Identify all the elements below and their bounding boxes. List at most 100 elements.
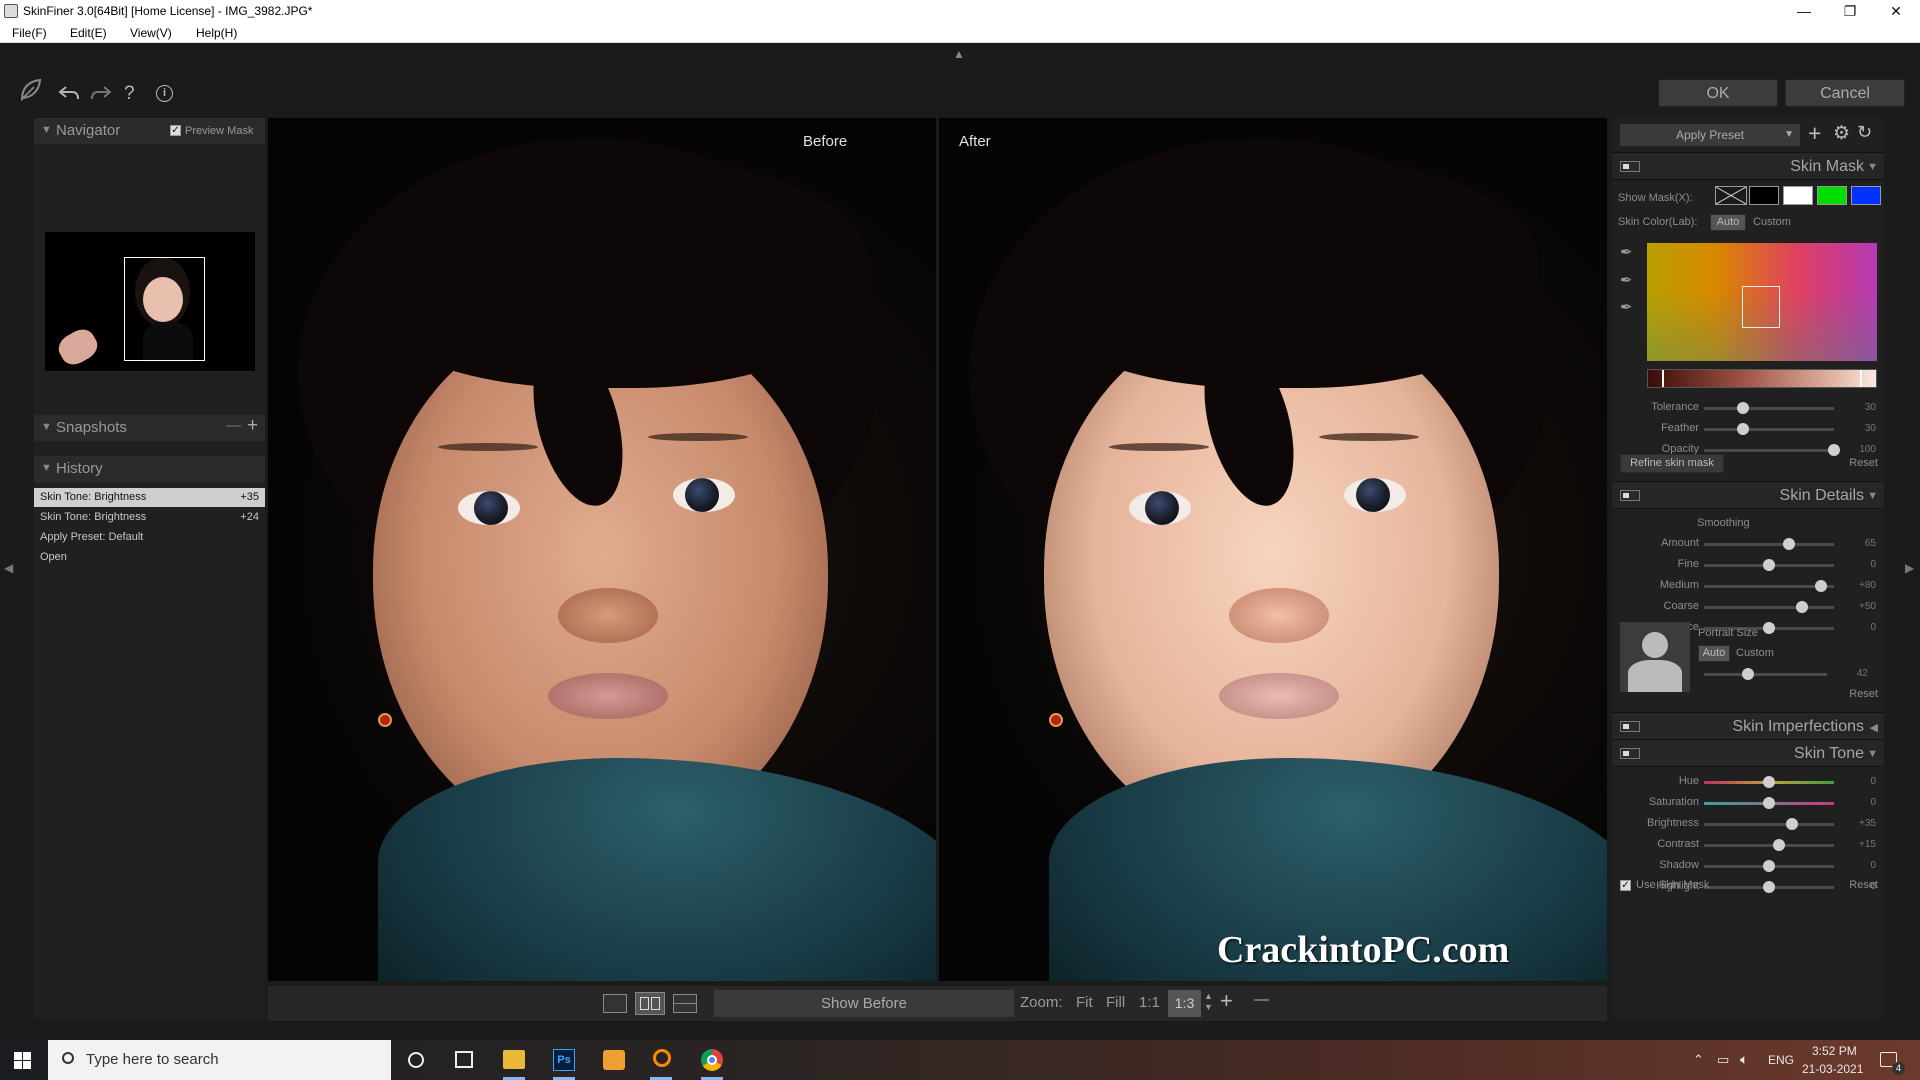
split-horizontal-view-icon[interactable] xyxy=(673,994,697,1013)
task-view-icon[interactable] xyxy=(455,1051,473,1068)
eyedropper-icon[interactable]: ✒ xyxy=(1620,243,1633,261)
clock-date[interactable]: 21-03-2021 xyxy=(1802,1062,1863,1076)
language-indicator[interactable]: ENG xyxy=(1768,1053,1794,1067)
mask-color-swatch[interactable] xyxy=(1817,186,1847,205)
skin-details-reset-button[interactable]: Reset xyxy=(1849,688,1878,700)
show-before-button[interactable]: Show Before xyxy=(714,990,1014,1017)
slider-thumb[interactable] xyxy=(1763,860,1775,872)
zoom-stepper-icon[interactable]: ▲ ▼ xyxy=(1204,991,1213,1013)
cancel-button[interactable]: Cancel xyxy=(1785,79,1905,107)
slider-thumb[interactable] xyxy=(1763,797,1775,809)
eyedropper-remove-icon[interactable]: ✒ xyxy=(1620,298,1633,316)
history-item[interactable]: Skin Tone: Brightness +35 xyxy=(34,488,265,507)
slider-track[interactable] xyxy=(1704,444,1840,456)
collapse-top-icon[interactable]: ▲ xyxy=(953,47,965,61)
skinfiner-app-icon[interactable] xyxy=(653,1049,671,1067)
navigator-header[interactable]: ▼ Navigator ✓ Preview Mask xyxy=(34,118,265,144)
slider-thumb[interactable] xyxy=(1828,444,1840,456)
slider-track[interactable] xyxy=(1704,538,1834,550)
skin-tone-header[interactable]: Skin Tone ▼ xyxy=(1612,739,1884,767)
slider-thumb[interactable] xyxy=(1763,559,1775,571)
snapshots-header[interactable]: ▼ Snapshots — + xyxy=(34,415,265,441)
expand-triangle-icon[interactable]: ◀ xyxy=(1870,721,1878,734)
taskbar-search-box[interactable]: Type here to search xyxy=(48,1040,391,1080)
refresh-icon[interactable]: ↻ xyxy=(1857,122,1872,143)
minimize-button[interactable]: — xyxy=(1781,0,1827,23)
skin-mask-reset-button[interactable]: Reset xyxy=(1849,457,1878,469)
history-item[interactable]: Skin Tone: Brightness +24 xyxy=(34,508,265,527)
skin-color-custom-button[interactable]: Custom xyxy=(1753,216,1791,228)
skin-tone-toggle[interactable] xyxy=(1620,748,1640,759)
clock-time[interactable]: 3:52 PM xyxy=(1812,1044,1857,1058)
windows-start-icon[interactable] xyxy=(14,1052,31,1069)
slider-track[interactable] xyxy=(1704,402,1834,414)
chrome-icon[interactable] xyxy=(701,1049,723,1071)
volume-icon[interactable]: 🔈︎ xyxy=(1740,1051,1748,1068)
close-button[interactable]: ✕ xyxy=(1873,0,1919,23)
skin-mask-header[interactable]: Skin Mask ▼ xyxy=(1612,152,1884,180)
slider-thumb[interactable] xyxy=(1763,881,1775,893)
slider-thumb[interactable] xyxy=(1763,776,1775,788)
slider-track[interactable] xyxy=(1704,818,1834,830)
zoom-out-button[interactable]: — xyxy=(1254,991,1269,1008)
mask-color-swatch[interactable] xyxy=(1749,186,1779,205)
gear-icon[interactable]: ⚙ xyxy=(1833,122,1850,145)
history-item[interactable]: Apply Preset: Default xyxy=(34,528,265,547)
add-snapshot-button[interactable]: + xyxy=(247,415,258,437)
help-icon[interactable]: ? xyxy=(124,83,135,105)
history-header[interactable]: ▼ History xyxy=(34,456,265,482)
before-image-view[interactable]: Before xyxy=(268,118,936,981)
mask-none-swatch[interactable] xyxy=(1715,186,1747,205)
undo-icon[interactable] xyxy=(58,85,80,101)
portrait-size-auto-button[interactable]: Auto xyxy=(1698,645,1730,662)
zoom-1-1-button[interactable]: 1:1 xyxy=(1139,994,1160,1011)
collapse-triangle-icon[interactable]: ▼ xyxy=(1867,748,1878,760)
cortana-icon[interactable] xyxy=(408,1052,424,1068)
portrait-size-custom-button[interactable]: Custom xyxy=(1736,647,1774,659)
slider-track[interactable] xyxy=(1704,580,1834,592)
collapse-triangle-icon[interactable]: ▼ xyxy=(1867,490,1878,502)
single-view-icon[interactable] xyxy=(603,994,627,1013)
eyedropper-add-icon[interactable]: ✒ xyxy=(1620,271,1633,289)
maximize-button[interactable]: ❐ xyxy=(1827,0,1873,23)
redo-icon[interactable] xyxy=(90,85,112,101)
slider-thumb[interactable] xyxy=(1795,601,1808,613)
slider-thumb[interactable] xyxy=(1782,538,1795,550)
file-explorer-icon[interactable] xyxy=(503,1050,525,1069)
slider-track[interactable] xyxy=(1704,797,1834,809)
network-icon[interactable]: ▭ xyxy=(1717,1052,1729,1068)
zoom-value-field[interactable]: 1:3 xyxy=(1168,990,1201,1017)
slider-track[interactable] xyxy=(1704,601,1834,613)
skin-details-toggle[interactable] xyxy=(1620,490,1640,501)
use-skin-mask-checkbox[interactable]: ✓ xyxy=(1620,880,1631,891)
refine-skin-mask-button[interactable]: Refine skin mask xyxy=(1620,454,1724,473)
skin-color-auto-button[interactable]: Auto xyxy=(1710,214,1746,231)
portrait-size-slider[interactable]: 42 xyxy=(1704,668,1876,682)
slider-thumb[interactable] xyxy=(1742,668,1755,680)
photoshop-icon[interactable]: Ps xyxy=(553,1049,575,1071)
skin-tone-range-bar[interactable] xyxy=(1647,369,1877,388)
slider-track[interactable] xyxy=(1704,423,1834,435)
info-icon[interactable]: i xyxy=(156,85,173,102)
mask-color-swatch[interactable] xyxy=(1783,186,1813,205)
ok-button[interactable]: OK xyxy=(1658,79,1778,107)
zoom-fit-button[interactable]: Fit xyxy=(1076,994,1093,1011)
media-player-icon[interactable] xyxy=(603,1050,625,1070)
skin-color-picker[interactable] xyxy=(1647,243,1877,361)
navigator-view-rect[interactable] xyxy=(124,257,205,361)
preview-mask-checkbox[interactable]: ✓ xyxy=(170,125,181,136)
skin-imperfections-header[interactable]: Skin Imperfections ◀ xyxy=(1612,712,1884,740)
slider-thumb[interactable] xyxy=(1772,839,1785,851)
slider-thumb[interactable] xyxy=(1737,402,1749,414)
tray-chevron-up-icon[interactable]: ⌃ xyxy=(1693,1052,1704,1068)
slider-thumb[interactable] xyxy=(1763,622,1775,634)
slider-thumb[interactable] xyxy=(1785,818,1798,830)
add-preset-icon[interactable]: + xyxy=(1808,120,1821,147)
slider-track[interactable] xyxy=(1704,881,1834,893)
skin-details-header[interactable]: Skin Details ▼ xyxy=(1612,481,1884,509)
navigator-thumbnail[interactable] xyxy=(45,232,255,371)
after-image-view[interactable]: After CrackintoPC.com xyxy=(939,118,1607,981)
collapse-triangle-icon[interactable]: ▼ xyxy=(1867,161,1878,173)
skin-color-selection[interactable] xyxy=(1742,286,1780,328)
mask-color-swatch[interactable] xyxy=(1851,186,1881,205)
